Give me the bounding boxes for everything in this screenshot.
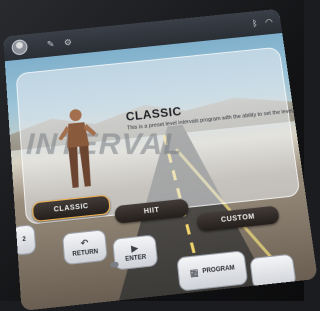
program-panel: INTERVAL CLASSIC This is a preset level … <box>15 46 301 232</box>
return-label: RETURN <box>72 248 99 259</box>
program-watermark: INTERVAL <box>25 128 183 162</box>
user-avatar[interactable] <box>11 38 28 56</box>
program-label: PROGRAM <box>202 265 236 276</box>
bluetooth-icon: ᛒ <box>251 18 259 28</box>
wifi-icon: ◠ <box>264 16 274 27</box>
settings-icon[interactable]: ⚙ <box>64 37 73 48</box>
return-icon: ↶ <box>80 237 89 249</box>
status-icons: ᛒ ◠ <box>252 17 274 29</box>
enter-button[interactable]: ▶ ENTER <box>112 234 159 271</box>
classic-button[interactable]: CLASSIC <box>31 194 111 223</box>
return-button[interactable]: ↶ RETURN <box>61 229 108 266</box>
console-screen: ✎ ⚙ ᛒ ◠ INTERVAL CLASSIC This is a prese… <box>3 8 318 311</box>
left-control-label: 2 <box>22 236 27 244</box>
enter-label: ENTER <box>124 254 147 263</box>
play-icon: ▶ <box>130 242 139 254</box>
edit-icon[interactable]: ✎ <box>47 39 55 50</box>
program-icon: ▦ <box>188 266 199 279</box>
athlete-illustration <box>58 109 97 189</box>
